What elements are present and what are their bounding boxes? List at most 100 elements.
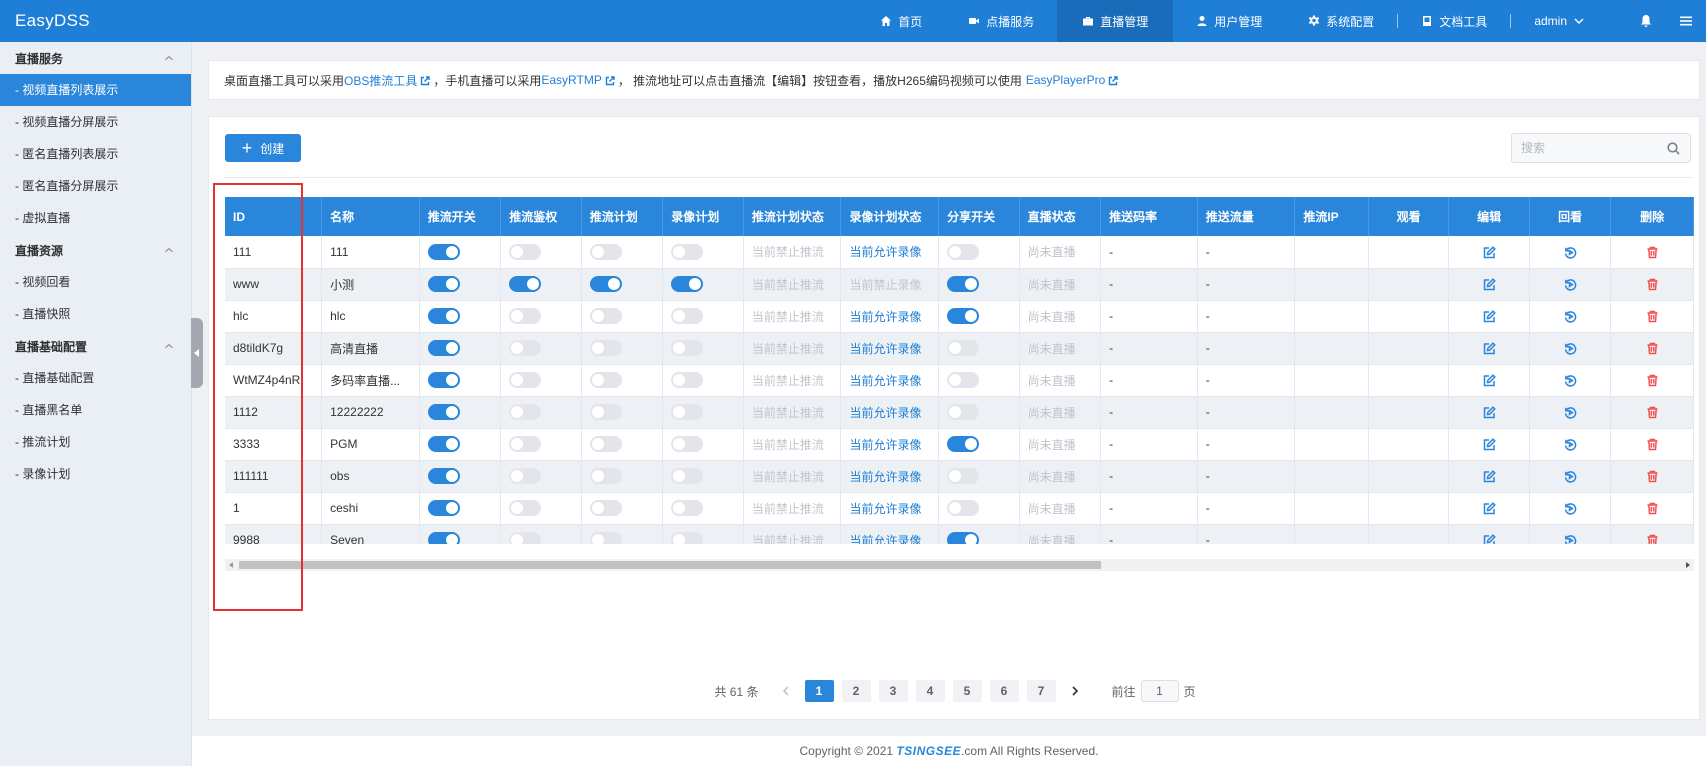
push-switch-toggle[interactable] [427, 276, 460, 292]
sidebar-item[interactable]: - 直播黑名单 [0, 394, 191, 426]
push-auth-toggle[interactable] [509, 243, 542, 260]
column-header[interactable]: 推流开关 [419, 197, 502, 236]
column-header[interactable]: 名称 [321, 197, 420, 236]
share-switch-toggle[interactable] [947, 468, 980, 484]
edit-icon[interactable] [1482, 501, 1496, 515]
column-header[interactable]: 推流IP [1294, 197, 1369, 236]
edit-icon[interactable] [1482, 437, 1496, 451]
push-plan-toggle[interactable] [589, 243, 622, 260]
delete-icon[interactable] [1645, 533, 1659, 544]
nav-home[interactable]: 首页 [857, 0, 945, 42]
push-auth-toggle[interactable] [509, 372, 542, 388]
record-plan-toggle[interactable] [671, 340, 704, 356]
sidebar-collapse-handle[interactable] [191, 318, 203, 388]
replay-icon[interactable] [1563, 245, 1577, 259]
edit-icon[interactable] [1482, 309, 1496, 323]
share-switch-toggle[interactable] [947, 372, 980, 388]
edit-icon[interactable] [1482, 533, 1496, 544]
replay-icon[interactable] [1563, 533, 1577, 544]
delete-icon[interactable] [1645, 469, 1659, 483]
create-button[interactable]: + 创建 [225, 134, 301, 162]
delete-icon[interactable] [1645, 437, 1659, 451]
record-plan-toggle[interactable] [671, 243, 704, 260]
push-plan-toggle[interactable] [589, 404, 622, 420]
push-switch-toggle[interactable] [427, 308, 460, 324]
record-plan-toggle[interactable] [671, 532, 704, 544]
push-plan-toggle[interactable] [589, 532, 622, 544]
push-auth-toggle[interactable] [509, 404, 542, 420]
push-switch-toggle[interactable] [427, 500, 460, 516]
replay-icon[interactable] [1563, 341, 1577, 355]
nav-vod-service[interactable]: 点播服务 [945, 0, 1057, 42]
push-plan-toggle[interactable] [589, 468, 622, 484]
push-switch-toggle[interactable] [427, 340, 460, 356]
search-icon[interactable] [1667, 142, 1680, 155]
push-switch-toggle[interactable] [427, 436, 460, 452]
column-header[interactable]: 推送流量 [1197, 197, 1296, 236]
column-header[interactable]: 推流计划 [581, 197, 664, 236]
push-plan-toggle[interactable] [589, 436, 622, 452]
replay-icon[interactable] [1563, 469, 1577, 483]
scrollbar-thumb[interactable] [239, 561, 1101, 569]
next-page-button[interactable] [1060, 679, 1090, 703]
column-header[interactable]: 录像计划 [662, 197, 744, 236]
delete-icon[interactable] [1645, 501, 1659, 515]
page-button[interactable]: 3 [878, 680, 908, 702]
push-auth-toggle[interactable] [509, 500, 542, 516]
page-button[interactable]: 1 [804, 680, 834, 702]
replay-icon[interactable] [1563, 309, 1577, 323]
push-plan-toggle[interactable] [589, 372, 622, 388]
nav-system-config[interactable]: 系统配置 [1285, 0, 1397, 42]
column-header[interactable]: 推送码率 [1100, 197, 1198, 236]
column-header[interactable]: 推流计划状态 [743, 197, 842, 236]
sidebar-group-header[interactable]: 直播资源 [0, 234, 191, 266]
push-plan-toggle[interactable] [589, 276, 622, 292]
record-plan-toggle[interactable] [671, 276, 704, 292]
replay-icon[interactable] [1563, 501, 1577, 515]
share-switch-toggle[interactable] [947, 340, 980, 356]
page-button[interactable]: 2 [841, 680, 871, 702]
scroll-left-arrow-icon[interactable] [229, 562, 233, 568]
sidebar-group-header[interactable]: 直播服务 [0, 42, 191, 74]
share-switch-toggle[interactable] [947, 532, 980, 544]
push-auth-toggle[interactable] [509, 468, 542, 484]
push-auth-toggle[interactable] [509, 436, 542, 452]
delete-icon[interactable] [1645, 309, 1659, 323]
share-switch-toggle[interactable] [947, 500, 980, 516]
sidebar-item[interactable]: - 直播基础配置 [0, 362, 191, 394]
page-jump-input[interactable] [1140, 680, 1179, 702]
obs-tool-link[interactable]: OBS推流工具 [344, 72, 417, 89]
app-logo[interactable]: EasyDSS [0, 11, 192, 31]
sidebar-item[interactable]: - 匿名直播分屏展示 [0, 170, 191, 202]
replay-icon[interactable] [1563, 437, 1577, 451]
push-plan-toggle[interactable] [589, 308, 622, 324]
push-plan-toggle[interactable] [589, 500, 622, 516]
search-input[interactable] [1521, 141, 1661, 155]
column-header[interactable]: 直播状态 [1019, 197, 1102, 236]
nav-user-management[interactable]: 用户管理 [1173, 0, 1285, 42]
edit-icon[interactable] [1482, 245, 1496, 259]
record-plan-toggle[interactable] [671, 468, 704, 484]
share-switch-toggle[interactable] [947, 404, 980, 420]
sidebar-item[interactable]: - 推流计划 [0, 426, 191, 458]
edit-icon[interactable] [1482, 373, 1496, 387]
column-header[interactable]: 编辑 [1448, 197, 1530, 236]
record-plan-toggle[interactable] [671, 404, 704, 420]
record-plan-toggle[interactable] [671, 500, 704, 516]
main-menu-button[interactable] [1666, 0, 1706, 42]
record-plan-toggle[interactable] [671, 372, 704, 388]
sidebar-item[interactable]: - 视频直播分屏展示 [0, 106, 191, 138]
push-switch-toggle[interactable] [427, 372, 460, 388]
edit-icon[interactable] [1482, 469, 1496, 483]
share-switch-toggle[interactable] [947, 276, 980, 292]
nav-live-management[interactable]: 直播管理 [1057, 0, 1174, 42]
sidebar-item[interactable]: - 录像计划 [0, 458, 191, 490]
page-button[interactable]: 5 [952, 680, 982, 702]
column-header[interactable]: 回看 [1529, 197, 1612, 236]
column-header[interactable]: 录像计划状态 [840, 197, 940, 236]
push-auth-toggle[interactable] [509, 308, 542, 324]
push-auth-toggle[interactable] [509, 276, 542, 292]
push-switch-toggle[interactable] [427, 532, 460, 544]
record-plan-toggle[interactable] [671, 436, 704, 452]
easyplayerpro-link[interactable]: EasyPlayerPro [1026, 73, 1105, 87]
